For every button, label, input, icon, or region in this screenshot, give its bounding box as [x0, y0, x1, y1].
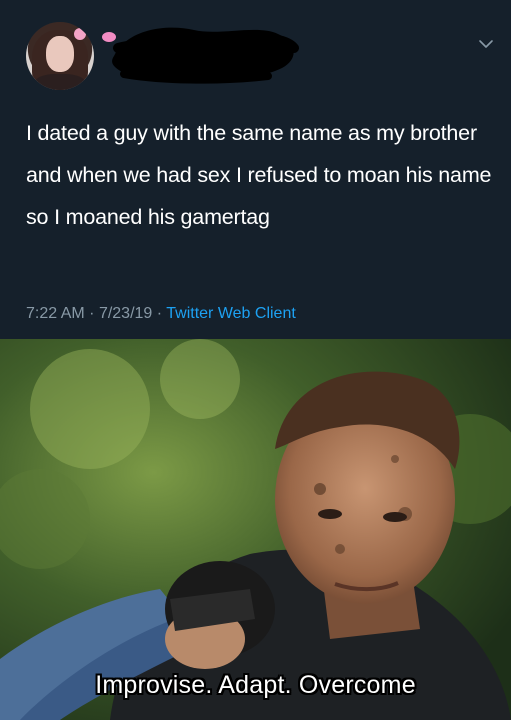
redaction-scribble: [112, 27, 299, 84]
tweet-client-link[interactable]: Twitter Web Client: [166, 305, 296, 322]
avatar-flower: [74, 28, 86, 40]
avatar-shirt: [34, 74, 86, 90]
meta-separator: ·: [89, 305, 95, 322]
meme-picture: [0, 339, 511, 720]
tweet-meta: 7:22 AM · 7/23/19 · Twitter Web Client: [26, 305, 296, 323]
avatar[interactable]: [26, 22, 94, 90]
avatar-face: [46, 36, 74, 72]
redacted-username: [108, 18, 303, 84]
tweet-card: I dated a guy with the same name as my b…: [0, 0, 511, 339]
chevron-down-icon[interactable]: [478, 36, 494, 52]
tweet-time[interactable]: 7:22 AM: [26, 305, 85, 322]
tweet-date[interactable]: 7/23/19: [99, 305, 152, 322]
tweet-text: I dated a guy with the same name as my b…: [26, 121, 492, 229]
meme-image: Improvise. Adapt. Overcome: [0, 339, 511, 720]
meta-separator: ·: [156, 305, 163, 322]
meme-caption: Improvise. Adapt. Overcome: [95, 671, 416, 699]
